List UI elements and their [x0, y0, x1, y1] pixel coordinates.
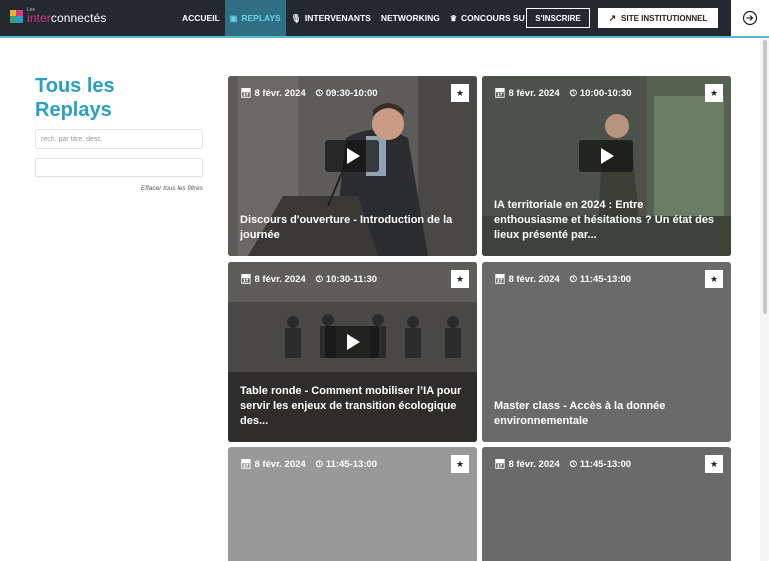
brand-logo[interactable]: Les interconnectés: [10, 7, 107, 25]
external-link-icon: ↗: [608, 12, 617, 23]
card-meta: 📅︎ 8 févr. 2024 🕓︎ 11:45-13:00: [240, 459, 378, 470]
card-meta: 📅︎ 8 févr. 2024 🕓︎ 09:30-10:00: [240, 88, 378, 99]
favorite-star-button[interactable]: ★: [451, 84, 469, 102]
microphone-icon: 🎙︎: [290, 13, 301, 23]
calendar-icon: 📅︎: [494, 459, 506, 469]
card-title: Master class - Accès à la donnée environ…: [494, 400, 666, 427]
calendar-icon: 📅︎: [494, 88, 506, 98]
replay-card[interactable]: 📅︎ 8 févr. 2024 🕓︎ 10:00-10:30 ★ IA territo…: [482, 76, 731, 256]
clock-icon: 🕓︎: [569, 88, 577, 98]
filter-select[interactable]: [35, 158, 203, 177]
card-meta: 📅︎ 8 févr. 2024 🕓︎ 11:45-13:00: [494, 274, 632, 285]
card-meta: 📅︎ 8 févr. 2024 🕓︎ 11:45-13:00: [494, 459, 632, 470]
page-title: Tous les Replays: [35, 75, 115, 121]
page: Les interconnectés ACCUEIL ▣ REPLAYS 🎙︎ IN…: [0, 0, 769, 561]
search-placeholder: rech. par titre, desc.: [41, 135, 103, 143]
replay-card[interactable]: 📅︎ 8 févr. 2024 🕓︎ 09:30-10:00 ★ Discours d…: [228, 76, 477, 256]
top-navbar: Les interconnectés ACCUEIL ▣ REPLAYS 🎙︎ IN…: [0, 0, 769, 38]
clear-filters-link[interactable]: Effacer tous les filtres: [110, 185, 203, 192]
replay-card[interactable]: 📅︎ 8 févr. 2024 🕓︎ 11:45-13:00 ★ Master cla…: [482, 262, 731, 442]
play-button[interactable]: [579, 140, 633, 172]
logo-cube-icon: [10, 10, 23, 23]
play-icon: [601, 148, 614, 164]
card-title: Table ronde - Comment mobiliser l’IA pou…: [240, 385, 462, 427]
login-icon: [742, 10, 758, 26]
logo-text: interconnectés: [27, 11, 107, 25]
play-icon: [347, 148, 360, 164]
play-button[interactable]: [325, 326, 379, 358]
calendar-icon: 📅︎: [240, 274, 252, 284]
nav-replays[interactable]: ▣ REPLAYS: [224, 0, 286, 36]
scrollbar-thumb[interactable]: [763, 40, 767, 314]
clock-icon: 🕓︎: [569, 274, 577, 284]
clock-icon: 🕓︎: [315, 88, 323, 98]
calendar-icon: 📅︎: [494, 274, 506, 284]
play-square-icon: ▣: [229, 13, 238, 23]
card-title: Discours d'ouverture - Introduction de l…: [240, 214, 453, 241]
institutional-site-button[interactable]: ↗ SITE INSTITUTIONNEL: [598, 8, 718, 28]
replay-card[interactable]: 📅︎ 8 févr. 2024 🕓︎ 10:30-11:30 ★ Table rond…: [228, 262, 477, 442]
clock-icon: 🕓︎: [315, 459, 323, 469]
institutional-site-label: SITE INSTITUTIONNEL: [621, 13, 708, 23]
replay-card[interactable]: 📅︎ 8 févr. 2024 🕓︎ 11:45-13:00 ★: [228, 447, 477, 561]
play-icon: [347, 334, 360, 350]
trophy-icon: ♛: [449, 13, 458, 23]
nav-networking[interactable]: NETWORKING: [376, 0, 445, 36]
register-button[interactable]: S'INSCRIRE: [526, 8, 590, 28]
calendar-icon: 📅︎: [240, 459, 252, 469]
nav-accueil[interactable]: ACCUEIL: [177, 0, 225, 36]
clock-icon: 🕓︎: [315, 274, 323, 284]
logo-les: Les: [27, 7, 36, 13]
nav-intervenants[interactable]: 🎙︎ INTERVENANTS: [286, 0, 376, 36]
calendar-icon: 📅︎: [240, 88, 252, 98]
clock-icon: 🕓︎: [569, 459, 577, 469]
favorite-star-button[interactable]: ★: [451, 270, 469, 288]
favorite-star-button[interactable]: ★: [705, 455, 723, 473]
card-meta: 📅︎ 8 févr. 2024 🕓︎ 10:30-11:30: [240, 274, 378, 285]
replay-card[interactable]: 📅︎ 8 févr. 2024 🕓︎ 11:45-13:00 ★: [482, 447, 731, 561]
card-title: IA territoriale en 2024 : Entre enthousi…: [494, 199, 715, 241]
favorite-star-button[interactable]: ★: [705, 270, 723, 288]
card-meta: 📅︎ 8 févr. 2024 🕓︎ 10:00-10:30: [494, 88, 632, 99]
main-nav: ACCUEIL ▣ REPLAYS 🎙︎ INTERVENANTS NETWORKI…: [177, 0, 530, 36]
nav-concours[interactable]: ♛ CONCOURS SU: [445, 0, 530, 36]
favorite-star-button[interactable]: ★: [451, 455, 469, 473]
play-button[interactable]: [325, 140, 379, 172]
login-button[interactable]: [731, 0, 769, 36]
favorite-star-button[interactable]: ★: [705, 84, 723, 102]
search-input[interactable]: rech. par titre, desc.: [35, 129, 203, 149]
